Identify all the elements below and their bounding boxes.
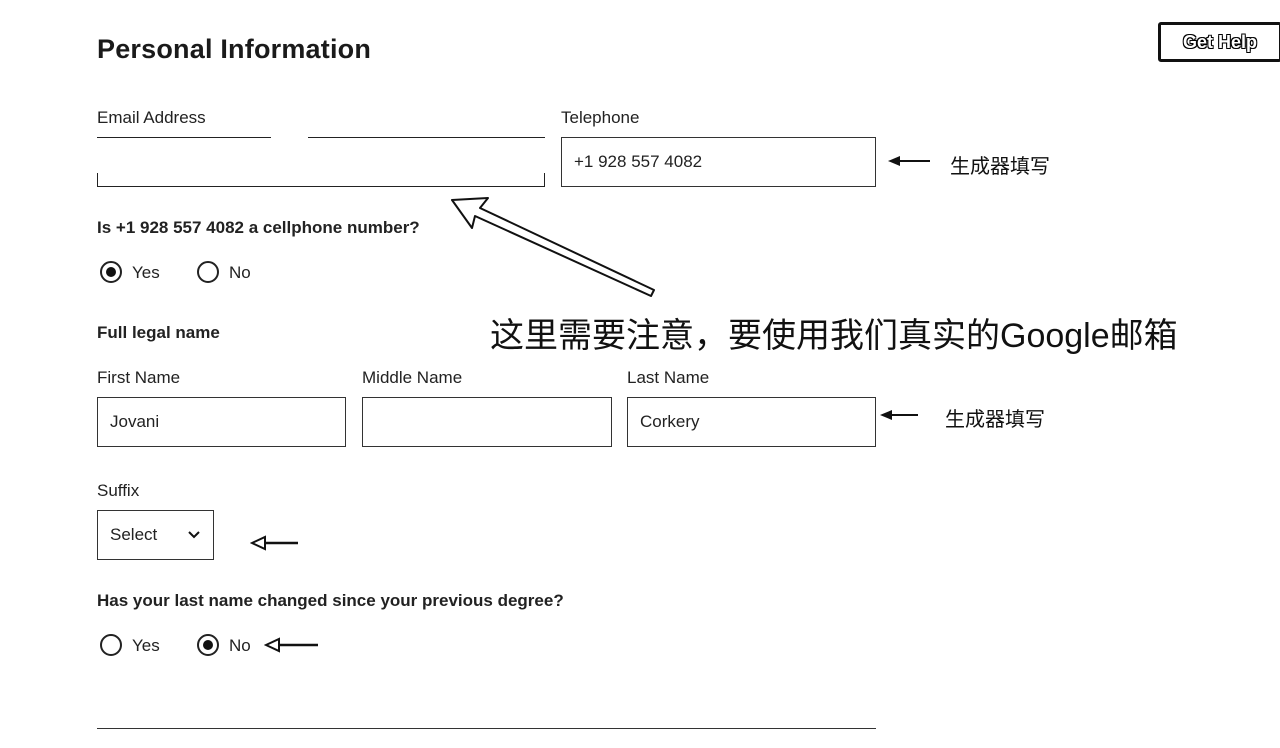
suffix-label: Suffix: [97, 481, 140, 500]
last-name-value: Corkery: [640, 412, 700, 431]
email-top-border-right: [308, 137, 545, 138]
suffix-select-value: Select: [110, 525, 158, 544]
email-left-border: [97, 173, 98, 187]
arrow-left-icon: [264, 637, 318, 653]
suffix-select[interactable]: Select: [97, 510, 214, 560]
cellphone-yes-radio[interactable]: [100, 261, 122, 283]
first-name-value: Jovani: [110, 412, 160, 431]
radio-selected-dot: [106, 267, 116, 277]
last-name-field[interactable]: Corkery: [627, 397, 876, 447]
arrow-left-icon: [880, 410, 918, 420]
annotation-generator-fill-name: 生成器填写: [945, 409, 1045, 431]
email-bottom-border: [97, 186, 545, 187]
telephone-field[interactable]: +1 928 557 4082: [561, 137, 876, 187]
email-field[interactable]: [97, 137, 545, 187]
full-legal-name-heading: Full legal name: [97, 323, 220, 342]
middle-name-label: Middle Name: [362, 368, 463, 387]
annotation-generator-fill-phone: 生成器填写: [950, 156, 1050, 178]
page-title: Personal Information: [97, 34, 372, 64]
section-divider: [97, 728, 876, 729]
cellphone-question: Is +1 928 557 4082 a cellphone number?: [97, 218, 420, 237]
email-top-border-left: [97, 137, 271, 138]
first-name-field[interactable]: Jovani: [97, 397, 346, 447]
last-name-label: Last Name: [627, 368, 710, 387]
cellphone-yes-label: Yes: [132, 263, 160, 282]
telephone-value: +1 928 557 4082: [574, 152, 703, 171]
email-right-border: [544, 173, 545, 187]
cellphone-no-label: No: [229, 263, 251, 282]
chevron-down-icon: [188, 531, 200, 539]
email-label: Email Address: [97, 108, 206, 127]
name-change-question: Has your last name changed since your pr…: [97, 591, 564, 610]
arrow-left-icon: [888, 156, 930, 166]
name-change-no-label: No: [229, 636, 251, 655]
name-change-yes-radio[interactable]: [100, 634, 122, 656]
name-change-no-radio[interactable]: [197, 634, 219, 656]
first-name-label: First Name: [97, 368, 181, 387]
annotation-email-note: 这里需要注意，要使用我们真实的Google邮箱: [490, 317, 1178, 355]
get-help-button[interactable]: Get Help: [1158, 22, 1280, 62]
cellphone-no-radio[interactable]: [197, 261, 219, 283]
arrow-left-icon: [250, 535, 298, 551]
name-change-yes-label: Yes: [132, 636, 160, 655]
middle-name-field[interactable]: [362, 397, 612, 447]
telephone-label: Telephone: [561, 108, 640, 127]
outline-arrow-icon: [451, 197, 655, 297]
radio-selected-dot: [203, 640, 213, 650]
